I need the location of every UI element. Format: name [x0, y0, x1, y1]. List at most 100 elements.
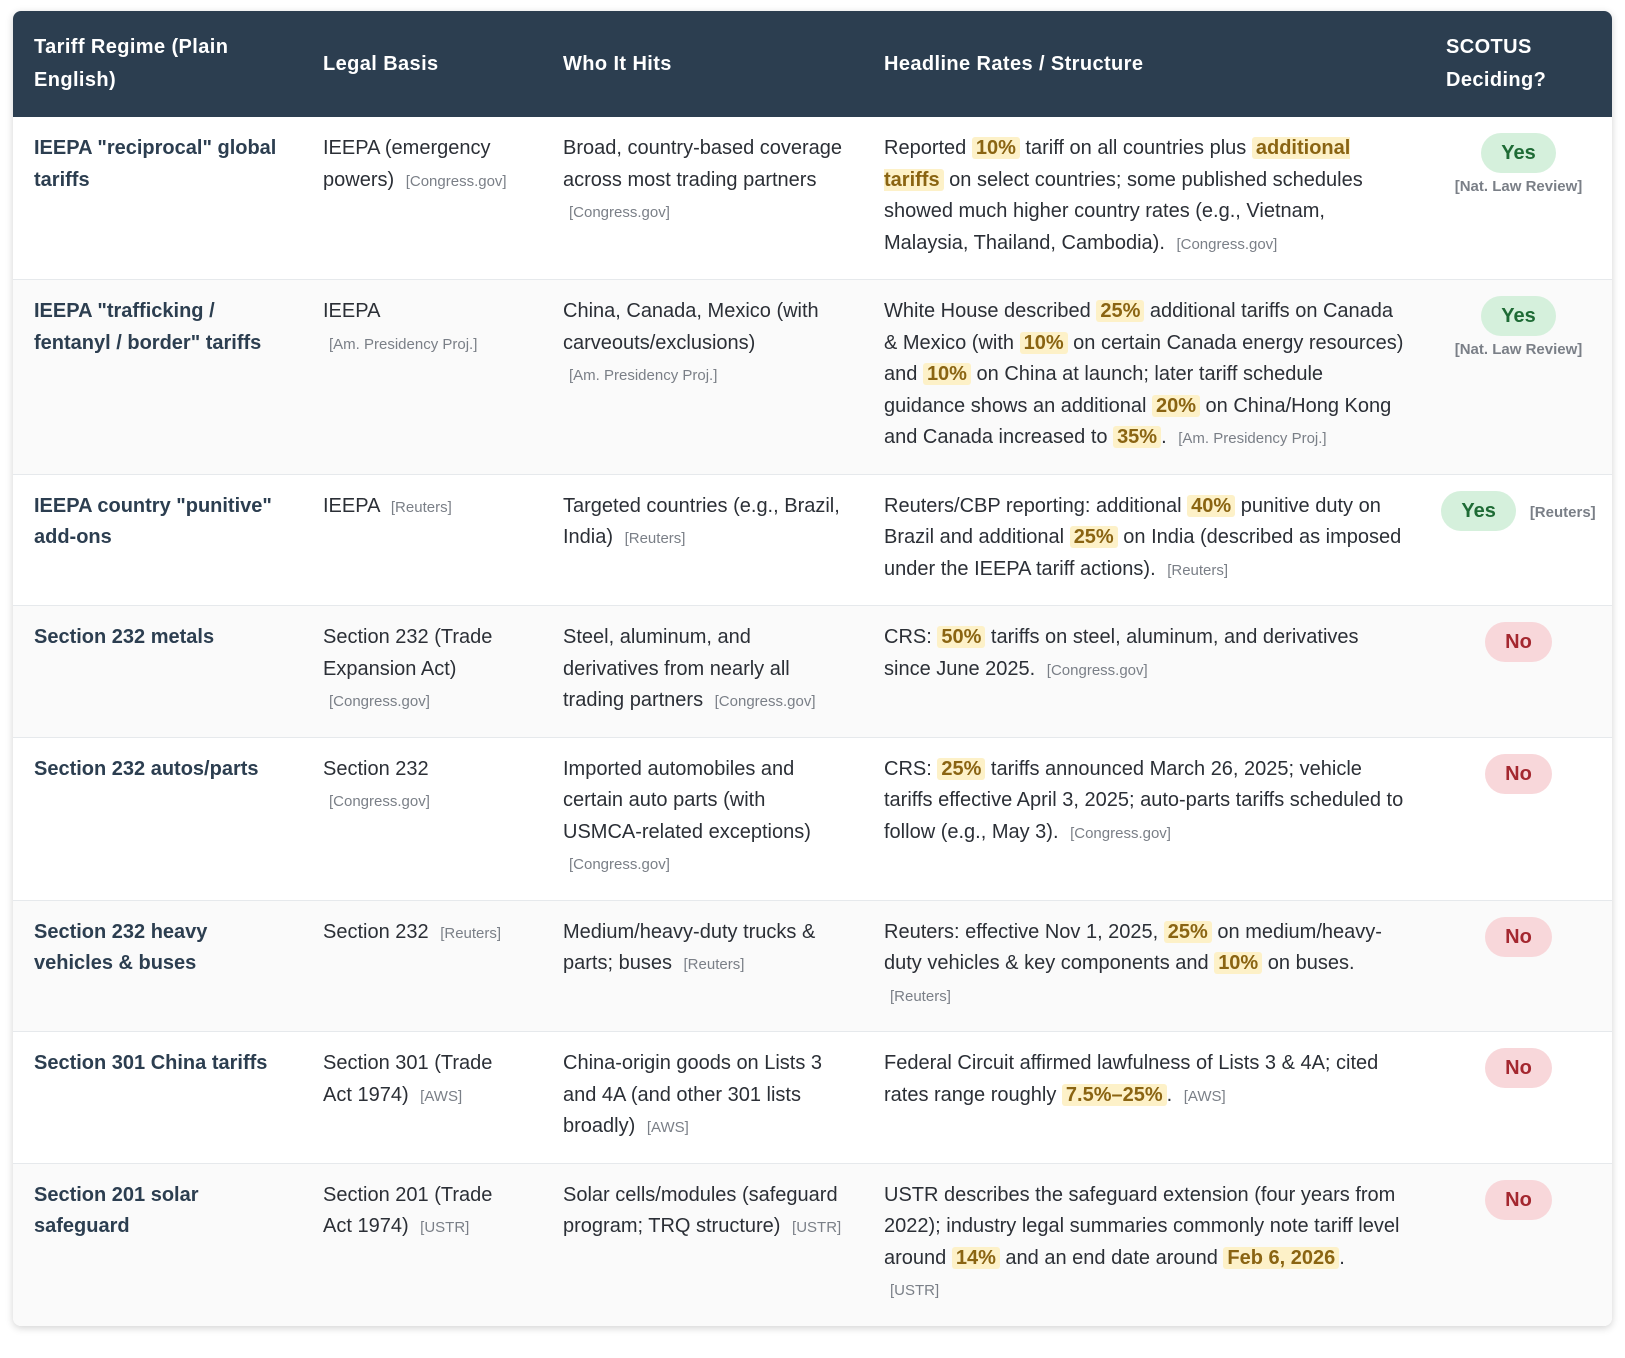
tariff-regime-cell: Section 301 China tariffs [13, 1031, 302, 1163]
who-it-hits-cell: Solar cells/modules (safeguard program; … [542, 1162, 863, 1326]
scotus-cell: No [1425, 899, 1612, 1032]
legal-basis-text: IEEPA [323, 494, 380, 517]
rate-text: Reported [884, 137, 972, 159]
rate-highlight: 40% [1187, 494, 1236, 517]
rate-highlight: 50% [937, 626, 986, 648]
scotus-cell: No [1425, 736, 1612, 900]
scotus-status-badge: Yes [1441, 490, 1516, 531]
scotus-status-badge: No [1485, 916, 1552, 957]
header-tariff-regime: Tariff Regime (Plain English) [13, 11, 302, 117]
rate-highlight: 10% [1214, 952, 1263, 974]
rate-highlight: 14% [951, 1246, 1000, 1269]
tariff-table: Tariff Regime (Plain English) Legal Basi… [13, 11, 1612, 1326]
citation: [USTR] [792, 1219, 842, 1236]
legal-basis-cell: Section 232 (Trade Expansion Act) [Congr… [302, 605, 542, 737]
scotus-citation: [Nat. Law Review] [1454, 341, 1583, 358]
headline-rates-cell: Reported 10% tariff on all countries plu… [863, 117, 1425, 280]
legal-basis-cell: Section 301 (Trade Act 1974) [AWS] [302, 1031, 542, 1163]
scotus-status-badge: Yes [1481, 133, 1556, 173]
scotus-cell: No [1425, 605, 1612, 737]
citation: [Congress.gov] [569, 856, 670, 873]
legal-basis-cell: IEEPA (emergency powers) [Congress.gov] [302, 117, 542, 280]
citation: [Reuters] [390, 498, 452, 516]
tariff-regime-cell: Section 232 heavy vehicles & buses [13, 899, 302, 1032]
table-row: IEEPA country "punitive" add-ons IEEPA [R… [13, 473, 1612, 606]
scotus-citation: [Nat. Law Review] [1454, 178, 1583, 195]
who-it-hits-text: Broad, country-based coverage across mos… [563, 137, 843, 191]
legal-basis-text: Section 232 [323, 920, 429, 943]
rate-text: White House described [884, 300, 1097, 322]
rate-text: CRS: [884, 626, 938, 648]
rate-highlight: 25% [1069, 526, 1118, 548]
headline-rates-cell: Reuters: effective Nov 1, 2025, 25% on m… [863, 899, 1425, 1032]
legal-basis-text: Section 232 [323, 757, 429, 780]
who-it-hits-cell: China-origin goods on Lists 3 and 4A (an… [542, 1031, 863, 1163]
rate-highlight: 25% [937, 757, 986, 780]
headline-rates-cell: Federal Circuit affirmed lawfulness of L… [863, 1031, 1425, 1163]
scotus-cell: No [1425, 1031, 1612, 1163]
rate-text: on buses. [1262, 952, 1355, 974]
rate-highlight: 25% [1096, 300, 1145, 322]
table-row: Section 201 solar safeguard Section 201 (… [13, 1162, 1612, 1326]
rate-highlight: 10% [922, 363, 971, 385]
scotus-cell: Yes [Nat. Law Review] [1425, 279, 1612, 474]
legal-basis-text: Section 232 (Trade Expansion Act) [323, 626, 493, 680]
headline-rates-cell: White House described 25% additional tar… [863, 279, 1425, 474]
headline-rates-cell: USTR describes the safeguard extension (… [863, 1162, 1425, 1326]
citation: [Reuters] [624, 530, 686, 547]
table-row: IEEPA "trafficking / fentanyl / border" … [13, 279, 1612, 474]
legal-basis-cell: IEEPA [Am. Presidency Proj.] [302, 279, 542, 474]
who-it-hits-cell: Imported automobiles and certain auto pa… [542, 736, 863, 900]
citation: [Reuters] [683, 956, 745, 973]
table-row: Section 232 heavy vehicles & buses Sectio… [13, 899, 1612, 1032]
rate-highlight: 10% [1019, 331, 1068, 354]
table-header-row: Tariff Regime (Plain English) Legal Basi… [13, 11, 1612, 117]
citation: [AWS] [646, 1119, 689, 1136]
rate-text: and an end date around [999, 1246, 1224, 1269]
legal-basis-text: Section 301 (Trade Act 1974) [323, 1052, 493, 1106]
rate-text: Reuters/CBP reporting: additional [884, 494, 1188, 517]
scotus-status-badge: No [1485, 1048, 1552, 1088]
legal-basis-cell: Section 232 [Congress.gov] [302, 736, 542, 900]
scotus-cell: No [1425, 1162, 1612, 1326]
headline-rates-cell: CRS: 25% tariffs announced March 26, 202… [863, 736, 1425, 900]
citation: [USTR] [420, 1219, 470, 1236]
rate-text: . [1166, 1083, 1173, 1106]
header-scotus-deciding: SCOTUS Deciding? [1425, 11, 1612, 117]
scotus-cell: Yes [Nat. Law Review] [1425, 117, 1612, 280]
who-it-hits-text: China-origin goods on Lists 3 and 4A (an… [563, 1052, 823, 1137]
citation: [Congress.gov] [714, 693, 816, 710]
citation: [Congress.gov] [569, 204, 670, 221]
scotus-status-badge: No [1485, 753, 1552, 794]
scotus-citation: [Reuters] [1529, 503, 1596, 521]
headline-rates-cell: Reuters/CBP reporting: additional 40% pu… [863, 473, 1425, 606]
table-row: Section 301 China tariffs Section 301 (Tr… [13, 1031, 1612, 1163]
citation: [Congress.gov] [1046, 661, 1148, 679]
table-row: IEEPA "reciprocal" global tariffs IEEPA (… [13, 117, 1612, 280]
who-it-hits-text: Targeted countries (e.g., Brazil, India) [563, 494, 840, 549]
table-row: Section 232 metals Section 232 (Trade Exp… [13, 605, 1612, 737]
tariff-regime-cell: IEEPA "trafficking / fentanyl / border" … [13, 279, 302, 474]
rate-highlight: 35% [1113, 426, 1162, 448]
who-it-hits-text: Imported automobiles and certain auto pa… [563, 757, 811, 843]
header-headline-rates: Headline Rates / Structure [863, 11, 1425, 117]
who-it-hits-cell: Medium/heavy-duty trucks & parts; buses … [542, 899, 863, 1032]
legal-basis-cell: IEEPA [Reuters] [302, 473, 542, 606]
rate-highlight: 20% [1151, 394, 1200, 417]
tariff-regime-cell: IEEPA "reciprocal" global tariffs [34, 137, 277, 191]
citation: [Congress.gov] [329, 693, 430, 710]
citation: [Reuters] [890, 987, 951, 1005]
tariff-regime-cell: Section 232 autos/parts [13, 736, 302, 900]
legal-basis-cell: Section 232 [Reuters] [302, 899, 542, 1032]
citation: [Am. Presidency Proj.] [1178, 430, 1327, 447]
who-it-hits-text: China, Canada, Mexico (with carveouts/ex… [563, 300, 819, 354]
rate-text: CRS: [884, 757, 938, 780]
citation: [Congress.gov] [405, 172, 507, 190]
who-it-hits-cell: China, Canada, Mexico (with carveouts/ex… [542, 279, 863, 474]
scotus-status-badge: No [1485, 622, 1552, 662]
scotus-status-badge: Yes [1481, 296, 1556, 336]
citation: [Congress.gov] [329, 793, 430, 810]
tariff-regime-cell: Section 232 metals [13, 605, 302, 737]
citation: [AWS] [420, 1087, 463, 1105]
citation: [Am. Presidency Proj.] [329, 335, 478, 353]
